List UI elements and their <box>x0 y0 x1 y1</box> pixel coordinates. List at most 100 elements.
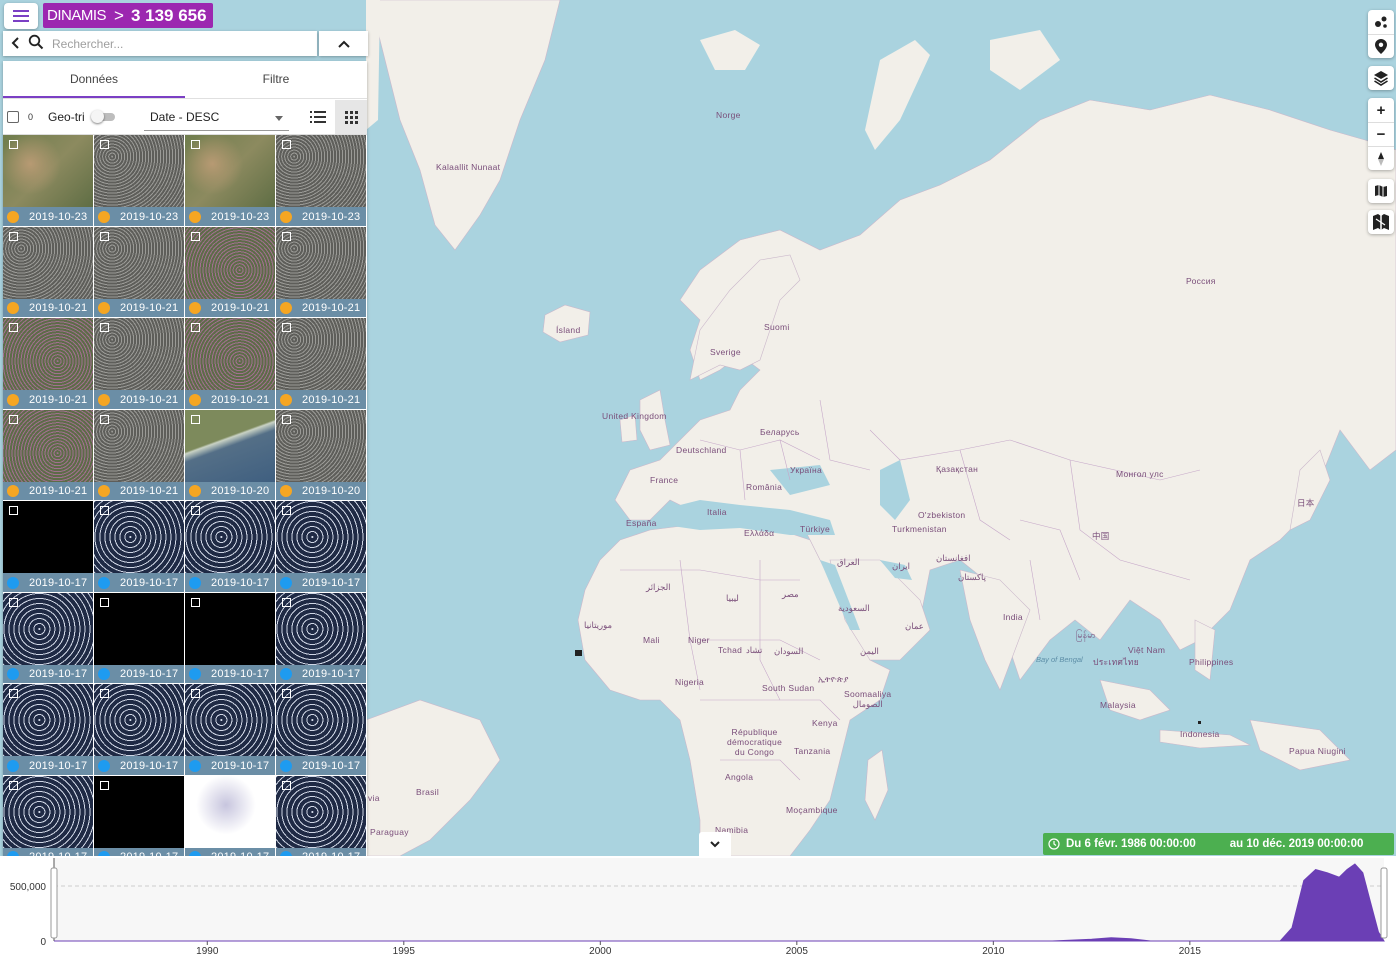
collapse-panel-button[interactable] <box>319 31 368 56</box>
result-checkbox[interactable] <box>100 231 109 241</box>
result-thumbnail-card[interactable]: 2019-10-20 <box>185 409 276 501</box>
result-thumbnail-card[interactable]: 2019-10-23 <box>3 135 94 227</box>
result-checkbox[interactable] <box>282 506 291 515</box>
result-checkbox[interactable] <box>191 689 200 698</box>
result-checkbox[interactable] <box>282 231 291 241</box>
result-checkbox[interactable] <box>191 414 200 424</box>
tab-donnees[interactable]: Données <box>3 61 185 98</box>
result-thumbnail-card[interactable]: 2019-10-17 <box>3 501 94 593</box>
select-all-checkbox[interactable] <box>7 110 19 123</box>
result-thumbnail-card[interactable]: 2019-10-21 <box>276 318 367 410</box>
brand-badge[interactable]: DINAMIS > 3 139 656 <box>43 3 213 28</box>
result-checkbox[interactable] <box>191 597 200 607</box>
zoom-in-icon[interactable]: + <box>1368 98 1394 122</box>
tab-filtre[interactable]: Filtre <box>185 61 367 98</box>
result-thumbnail-card[interactable]: 2019-10-17 <box>185 501 276 593</box>
grid-view-button[interactable] <box>335 100 367 134</box>
result-checkbox[interactable] <box>9 780 18 790</box>
result-thumbnail-card[interactable]: 2019-10-17 <box>185 592 276 684</box>
cluster-icon[interactable] <box>1368 10 1394 34</box>
result-checkbox[interactable] <box>9 323 18 332</box>
result-thumbnail-card[interactable]: 2019-10-17 <box>276 501 367 593</box>
result-thumbnail-card[interactable]: 2019-10-17 <box>94 592 185 684</box>
result-checkbox[interactable] <box>282 689 291 698</box>
date-range-from: Du 6 févr. 1986 00:00:00 <box>1066 838 1196 850</box>
layers-icon[interactable] <box>1368 66 1394 90</box>
result-checkbox[interactable] <box>191 780 200 790</box>
result-thumbnail-card[interactable]: 2019-10-17 <box>3 684 94 776</box>
country-label: عمان <box>905 621 924 631</box>
search-input[interactable] <box>52 36 302 51</box>
result-checkbox[interactable] <box>100 323 109 332</box>
result-checkbox[interactable] <box>100 780 109 790</box>
result-date: 2019-10-23 <box>120 210 179 223</box>
result-checkbox[interactable] <box>191 140 200 149</box>
result-thumbnail-card[interactable]: 2019-10-17 <box>3 592 94 684</box>
date-range-badge[interactable]: Du 6 févr. 1986 00:00:00 au 10 déc. 2019… <box>1043 833 1394 855</box>
zoom-out-icon[interactable]: − <box>1368 122 1394 146</box>
geo-sort-toggle[interactable] <box>90 109 115 123</box>
result-thumbnail-card[interactable]: 2019-10-23 <box>185 135 276 227</box>
list-view-button[interactable] <box>302 100 334 134</box>
result-checkbox[interactable] <box>100 597 109 607</box>
back-arrow-icon[interactable] <box>10 36 24 52</box>
result-checkbox[interactable] <box>282 414 291 424</box>
result-thumbnail-card[interactable]: 2019-10-17 <box>276 775 367 856</box>
toggle-timeline-button[interactable] <box>699 832 731 856</box>
result-thumbnail-card[interactable]: 2019-10-17 <box>3 775 94 856</box>
result-thumbnail-card[interactable]: 2019-10-17 <box>94 684 185 776</box>
result-checkbox[interactable] <box>100 414 109 424</box>
result-thumbnail-card[interactable]: 2019-10-21 <box>3 226 94 318</box>
result-checkbox[interactable] <box>191 506 200 515</box>
split-map-icon[interactable] <box>1368 210 1394 234</box>
result-thumbnail-card[interactable]: 2019-10-21 <box>3 318 94 410</box>
list-icon <box>310 111 326 123</box>
country-label: Nigeria <box>675 677 705 687</box>
result-checkbox[interactable] <box>100 140 109 149</box>
result-thumbnail-card[interactable]: 2019-10-23 <box>276 135 367 227</box>
search-icon[interactable] <box>28 34 46 53</box>
result-checkbox[interactable] <box>282 140 291 149</box>
result-checkbox[interactable] <box>100 506 109 515</box>
result-checkbox[interactable] <box>282 780 291 790</box>
result-thumbnail-card[interactable]: 2019-10-17 <box>185 684 276 776</box>
result-checkbox[interactable] <box>191 323 200 332</box>
search-bar <box>3 31 317 56</box>
status-dot-icon <box>280 485 292 497</box>
result-checkbox[interactable] <box>9 140 18 149</box>
result-thumbnail-card[interactable]: 2019-10-17 <box>94 501 185 593</box>
result-checkbox[interactable] <box>9 231 18 241</box>
result-thumbnail-card[interactable]: 2019-10-23 <box>94 135 185 227</box>
location-pin-icon[interactable] <box>1368 34 1394 58</box>
result-thumbnail-card[interactable]: 2019-10-21 <box>3 409 94 501</box>
country-label: السعودية <box>838 603 870 613</box>
timeline-histogram[interactable]: 0 500,000 1990 1995 2000 2005 2010 2015 <box>0 856 1396 956</box>
result-thumbnail-card[interactable]: 2019-10-21 <box>185 318 276 410</box>
result-thumbnail-card[interactable]: 2019-10-21 <box>276 226 367 318</box>
sort-select[interactable]: Date - DESC <box>144 105 289 131</box>
result-checkbox[interactable] <box>9 414 18 424</box>
map-icon[interactable] <box>1368 179 1394 203</box>
result-thumbnail-card[interactable]: 2019-10-21 <box>94 226 185 318</box>
result-thumbnail-card[interactable]: 2019-10-17 <box>276 684 367 776</box>
result-thumbnail-card[interactable]: 2019-10-17 <box>276 592 367 684</box>
hamburger-menu-icon[interactable] <box>4 3 38 29</box>
result-thumbnail-card[interactable]: 2019-10-17 <box>94 775 185 856</box>
compass-icon[interactable] <box>1368 146 1394 170</box>
result-thumbnail-card[interactable]: 2019-10-17 <box>185 775 276 856</box>
result-thumbnail-card[interactable]: 2019-10-21 <box>185 226 276 318</box>
status-dot-icon <box>280 393 292 406</box>
result-thumbnail-card[interactable]: 2019-10-21 <box>94 318 185 410</box>
result-checkbox[interactable] <box>100 689 109 698</box>
result-checkbox[interactable] <box>191 231 200 241</box>
result-thumbnail-card[interactable]: 2019-10-20 <box>276 409 367 501</box>
result-checkbox[interactable] <box>9 506 18 515</box>
result-checkbox[interactable] <box>9 597 18 607</box>
result-checkbox[interactable] <box>9 689 18 698</box>
result-thumbnail-card[interactable]: 2019-10-21 <box>94 409 185 501</box>
country-label: România <box>746 482 783 492</box>
footprint-marker[interactable] <box>575 650 582 656</box>
footprint-marker[interactable] <box>1198 721 1201 724</box>
result-checkbox[interactable] <box>282 323 291 332</box>
result-checkbox[interactable] <box>282 597 291 607</box>
